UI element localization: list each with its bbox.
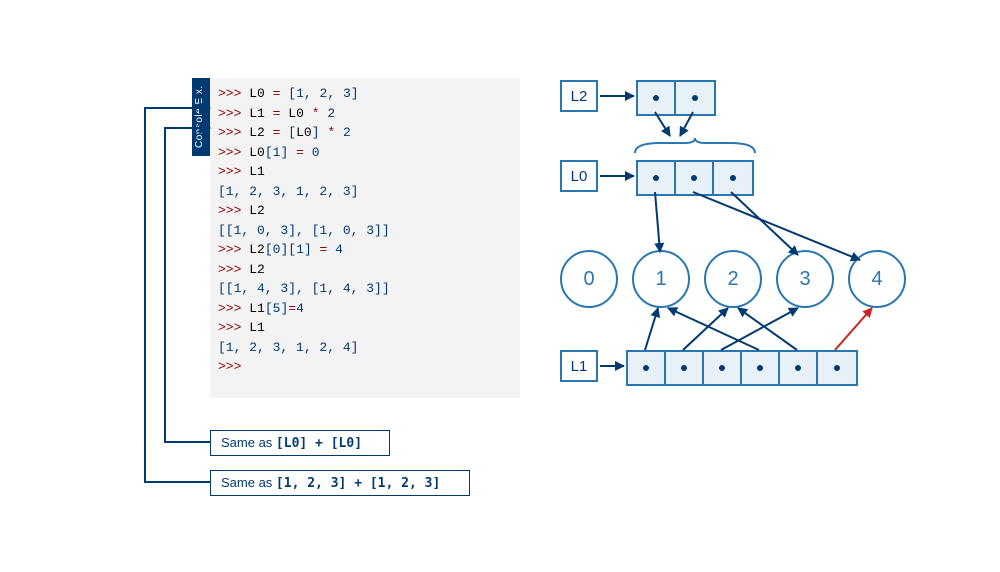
int-value: 0 [560, 250, 618, 308]
annotation-1: Same as [L0] + [L0] [210, 430, 390, 456]
list-cell [704, 352, 742, 384]
int-value: 4 [848, 250, 906, 308]
object-diagram: L2 L0 0 1 2 3 4 L1 [560, 80, 920, 420]
annotation-1-prefix: Same as [221, 435, 276, 450]
annotation-1-code: [L0] + [L0] [276, 436, 362, 451]
annotation-2-prefix: Same as [221, 475, 276, 490]
list-cell [780, 352, 818, 384]
list-cell [818, 352, 856, 384]
list-cell [638, 162, 676, 194]
int-value: 1 [632, 250, 690, 308]
annotation-2-code: [1, 2, 3] + [1, 2, 3] [276, 476, 440, 491]
list-cell [714, 162, 752, 194]
annotation-2: Same as [1, 2, 3] + [1, 2, 3] [210, 470, 470, 496]
list-L0 [636, 160, 754, 196]
list-cell [742, 352, 780, 384]
list-cell [676, 162, 714, 194]
list-cell [666, 352, 704, 384]
var-label-L0: L0 [560, 160, 598, 192]
brace-icon [630, 138, 760, 158]
int-value: 2 [704, 250, 762, 308]
list-cell [676, 82, 714, 114]
list-L2 [636, 80, 716, 116]
console-tab: Console E x. [192, 78, 210, 156]
list-cell [628, 352, 666, 384]
int-value: 3 [776, 250, 834, 308]
list-cell [638, 82, 676, 114]
var-label-L2: L2 [560, 80, 598, 112]
list-L1 [626, 350, 858, 386]
python-console: >>> L0 = [1, 2, 3] >>> L1 = L0 * 2 >>> L… [210, 78, 520, 398]
var-label-L1: L1 [560, 350, 598, 382]
